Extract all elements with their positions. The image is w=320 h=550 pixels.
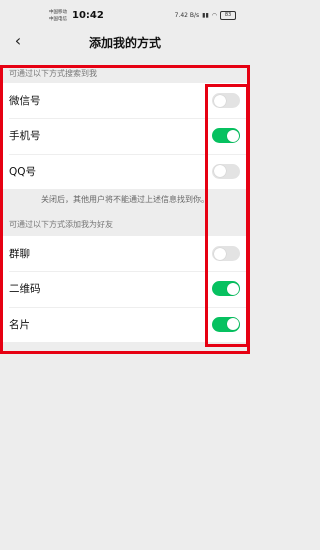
toggle-wechat-id[interactable] (212, 93, 240, 108)
toggle-knob (226, 282, 239, 295)
signal-icon: ▮▮ (202, 12, 209, 19)
row-qr-code: 二维码 (0, 271, 250, 306)
row-label: 微信号 (9, 95, 41, 108)
toggle-knob (226, 129, 239, 142)
row-qq-number: QQ号 (0, 153, 250, 189)
row-group-chat: 群聊 (0, 236, 250, 271)
carrier-2: 中国电信 (49, 17, 67, 22)
toggle-group-chat[interactable] (212, 246, 240, 261)
search-section-heading: 可通过以下方式搜索到我 (9, 69, 97, 78)
system-icons: 7.42 B/s ▮▮ ◠ 83 (175, 11, 236, 20)
row-label: 二维码 (9, 283, 41, 296)
status-bar: 中国移动 中国电信 10:42 7.42 B/s ▮▮ ◠ 83 (0, 0, 250, 30)
toggle-knob (213, 165, 226, 178)
toggle-business-card[interactable] (212, 316, 240, 332)
wifi-icon: ◠ (211, 12, 217, 19)
nav-bar: ‹ 添加我的方式 (0, 30, 250, 56)
carrier-info: 中国移动 中国电信 (49, 9, 67, 23)
row-label: 群聊 (9, 248, 30, 261)
battery-icon: 83 (220, 11, 236, 20)
toggle-qr-code[interactable] (212, 281, 240, 297)
toggle-knob (226, 318, 239, 331)
row-phone-number: 手机号 (0, 118, 250, 153)
add-methods-list: 群聊 二维码 名片 (0, 236, 250, 342)
row-label: 手机号 (9, 130, 41, 143)
row-business-card: 名片 (0, 306, 250, 342)
status-time: 10:42 (72, 10, 104, 21)
toggle-knob (213, 94, 226, 107)
row-wechat-id: 微信号 (0, 83, 250, 118)
page-title: 添加我的方式 (88, 36, 161, 50)
toggle-qq-number[interactable] (212, 163, 240, 179)
row-label: 名片 (9, 318, 30, 331)
carrier-1: 中国移动 (49, 10, 67, 15)
search-methods-list: 微信号 手机号 QQ号 (0, 83, 250, 189)
toggle-phone-number[interactable] (212, 128, 240, 144)
network-speed: 7.42 B/s (174, 12, 200, 19)
add-section-heading: 可通过以下方式添加我为好友 (9, 220, 113, 229)
toggle-knob (213, 247, 226, 260)
search-note: 关闭后，其他用户将不能通过上述信息找到你。 (41, 195, 209, 204)
row-label: QQ号 (9, 165, 37, 178)
